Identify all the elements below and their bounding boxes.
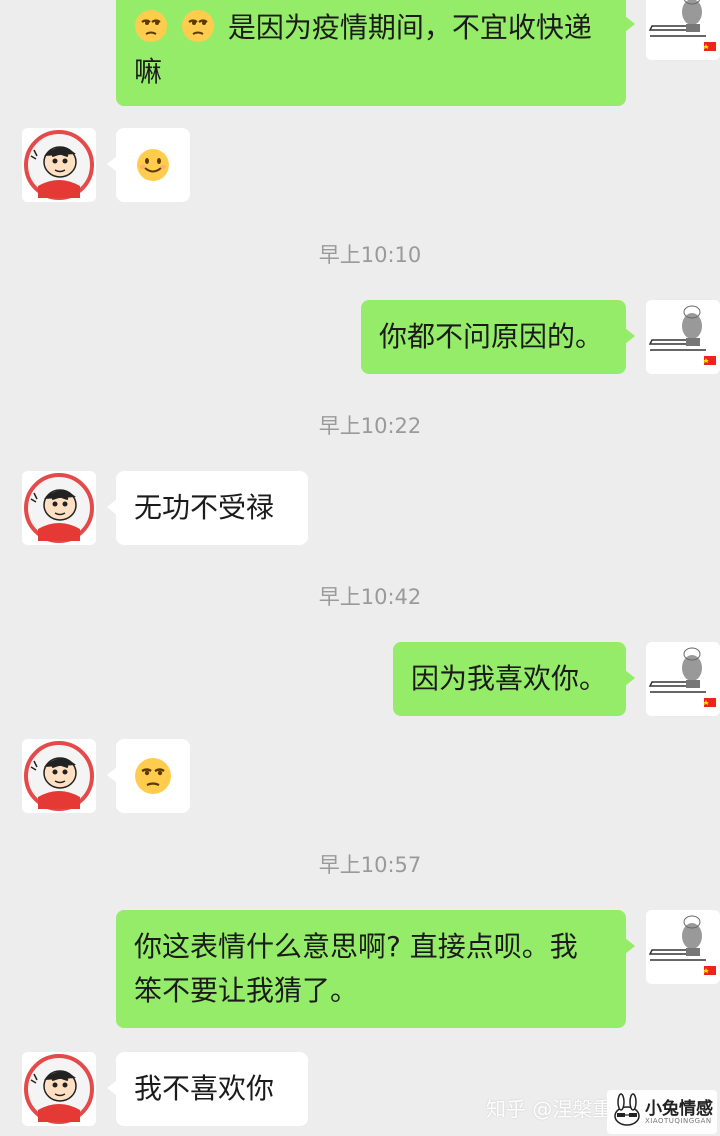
message-text: 嘛 — [134, 55, 163, 88]
crayon-shinchan-avatar-icon — [22, 1052, 96, 1126]
message-bubble-mine[interactable]: 你都不问原因的。 — [361, 300, 635, 374]
sketch-robot-avatar-icon — [646, 0, 720, 60]
my-avatar[interactable] — [646, 0, 720, 60]
brand-logo: 小兔情感 XIAOTUQINGGAN — [607, 1090, 717, 1134]
message-timestamp: 早上10:57 — [318, 853, 422, 877]
contact-avatar[interactable] — [22, 128, 96, 202]
contact-avatar[interactable] — [22, 739, 96, 813]
contact-avatar[interactable] — [22, 1052, 96, 1126]
smiling-face-icon — [137, 149, 169, 181]
sketch-robot-avatar-icon — [646, 642, 720, 716]
rabbit-logo-icon — [614, 1093, 640, 1126]
my-avatar[interactable] — [646, 910, 720, 984]
message-bubble-mine[interactable]: 是因为疫情期间，不宜收快递 嘛 — [116, 0, 635, 106]
message-timestamp: 早上10:42 — [318, 585, 422, 609]
message-bubble-theirs[interactable] — [107, 739, 190, 813]
zhihu-watermark: 知乎 @涅槃重 — [486, 1097, 613, 1121]
message-text: 无功不受禄 — [134, 491, 275, 524]
message-text: 是因为疫情期间，不宜收快递 — [227, 11, 592, 44]
unamused-face-icon — [135, 758, 171, 794]
message-text: 你这表情什么意思啊? 直接点呗。我 — [134, 930, 578, 963]
message-bubble-theirs[interactable]: 无功不受禄 — [107, 471, 308, 545]
message-bubble-mine[interactable]: 因为我喜欢你。 — [393, 642, 635, 716]
unamused-emoji-icon — [181, 10, 228, 44]
message-text: 因为我喜欢你。 — [411, 662, 608, 695]
message-bubble-theirs[interactable] — [107, 128, 190, 202]
message-bubble-mine[interactable]: 你这表情什么意思啊? 直接点呗。我 笨不要让我猜了。 — [116, 910, 635, 1028]
logo-title: 小兔情感 — [645, 1099, 713, 1119]
sketch-robot-avatar-icon — [646, 300, 720, 374]
my-avatar[interactable] — [646, 300, 720, 374]
message-bubble-theirs[interactable]: 我不喜欢你 — [107, 1052, 308, 1126]
unamused-emoji-icon — [134, 10, 181, 44]
message-timestamp: 早上10:10 — [318, 243, 422, 267]
sketch-robot-avatar-icon — [646, 910, 720, 984]
message-text: 笨不要让我猜了。 — [134, 974, 359, 1007]
my-avatar[interactable] — [646, 642, 720, 716]
crayon-shinchan-avatar-icon — [22, 739, 96, 813]
crayon-shinchan-avatar-icon — [22, 128, 96, 202]
message-text: 我不喜欢你 — [134, 1072, 275, 1105]
crayon-shinchan-avatar-icon — [22, 471, 96, 545]
logo-subtitle: XIAOTUQINGGAN — [645, 1117, 712, 1125]
message-timestamp: 早上10:22 — [318, 414, 422, 438]
message-text: 你都不问原因的。 — [379, 320, 604, 353]
contact-avatar[interactable] — [22, 471, 96, 545]
